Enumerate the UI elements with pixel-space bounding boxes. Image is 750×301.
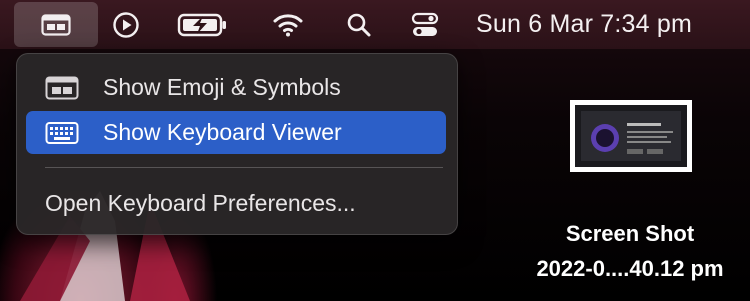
battery-status-button[interactable] (175, 0, 231, 49)
menu-separator (45, 167, 443, 168)
input-source-menu: Show Emoji & Symbols Show Keyboard Viewe… (16, 53, 458, 235)
now-playing-button[interactable] (108, 0, 144, 49)
menu-item-show-emoji-symbols[interactable]: Show Emoji & Symbols (26, 66, 446, 109)
control-center-button[interactable] (408, 0, 442, 49)
emoji-symbols-icon (45, 76, 79, 99)
keyboard-viewer-icon (45, 121, 79, 144)
battery-charging-icon (177, 13, 226, 36)
file-name-line-1[interactable]: Screen Shot (500, 221, 750, 247)
menu-bar: Sun 6 Mar 7:34 pm (0, 0, 750, 49)
input-menu-button[interactable] (14, 2, 98, 47)
menu-item-label: Show Emoji & Symbols (103, 74, 341, 100)
wifi-button[interactable] (270, 0, 306, 49)
file-name-line-2[interactable]: 2022-0....40.12 pm (500, 256, 750, 282)
spotlight-button[interactable] (342, 0, 376, 49)
menu-item-label: Show Keyboard Viewer (103, 119, 342, 145)
search-icon (347, 13, 371, 36)
wifi-icon (273, 13, 303, 36)
menu-item-show-keyboard-viewer[interactable]: Show Keyboard Viewer (26, 111, 446, 154)
play-circle-icon (113, 11, 139, 38)
control-center-icon (411, 12, 439, 36)
screenshot-file-thumbnail[interactable] (570, 100, 692, 172)
keyboard-input-menu-icon (41, 13, 71, 36)
screenshot-preview-image (575, 105, 687, 167)
menu-bar-clock[interactable]: Sun 6 Mar 7:34 pm (476, 0, 744, 49)
menu-item-open-keyboard-preferences[interactable]: Open Keyboard Preferences... (26, 182, 446, 225)
menu-item-label: Open Keyboard Preferences... (45, 190, 356, 216)
